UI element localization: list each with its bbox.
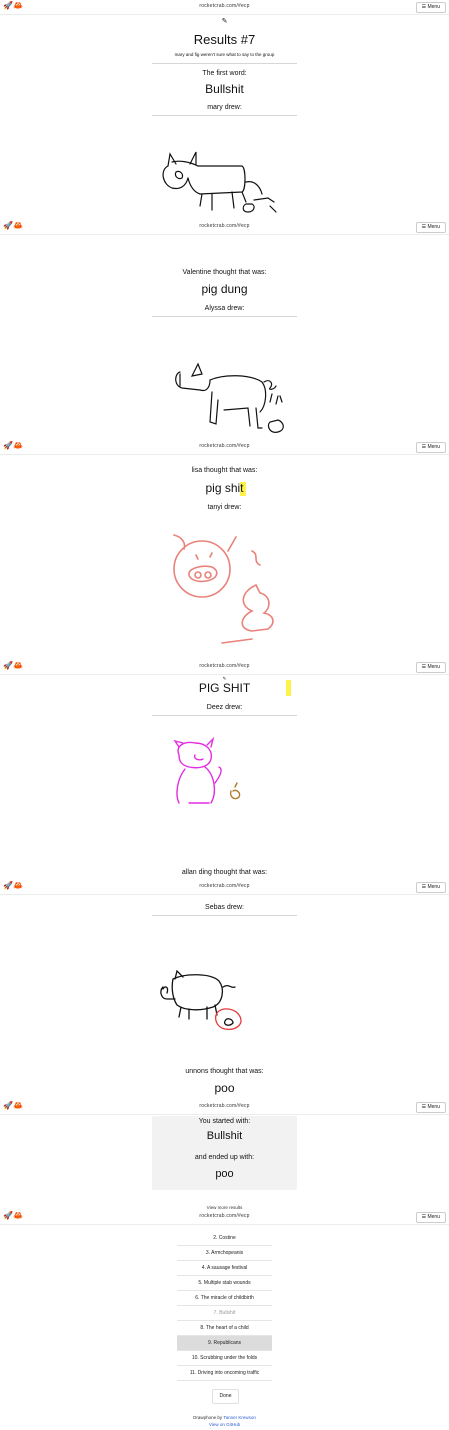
divider xyxy=(152,63,297,64)
menu-button[interactable]: ☰ Menu xyxy=(415,2,446,13)
url-text: rocketcrab.com/#ecp xyxy=(199,223,250,229)
url-text: rocketcrab.com/#ecp xyxy=(199,3,250,9)
top-bar: 🚀🦀 rocketcrab.com/#ecp ☰ Menu xyxy=(0,880,449,895)
divider xyxy=(152,316,297,317)
summary-box: You started with: Bullshit and ended up … xyxy=(152,1116,297,1190)
thought-label: allan ding thought that was: xyxy=(181,869,268,876)
author-link[interactable]: Tanner Krewson xyxy=(223,1415,256,1420)
done-button[interactable]: Done xyxy=(212,1389,239,1404)
top-bar: 🚀🦀 rocketcrab.com/#ecp ☰ Menu xyxy=(0,1100,449,1115)
url-text: rocketcrab.com/#ecp xyxy=(199,883,250,889)
top-bar: 🚀🦀 rocketcrab.com/#ecp ☰ Menu xyxy=(0,660,449,675)
results-subtitle: mary and fig weren't sure what to say to… xyxy=(174,52,275,57)
guess-text: PIG SHIT xyxy=(198,681,251,695)
top-bar: 🚀🦀 rocketcrab.com/#ecp ☰ Menu xyxy=(0,0,449,15)
drawing-deez xyxy=(173,736,241,804)
thought-label: unnons thought that was: xyxy=(185,1068,264,1075)
thought-label: Valentine thought that was: xyxy=(182,269,267,276)
menu-button[interactable]: ☰ Menu xyxy=(415,442,446,453)
result-list-item[interactable]: 5. Multiple stab wounds xyxy=(177,1276,272,1291)
drawing-sebas xyxy=(160,969,242,1030)
menu-button[interactable]: ☰ Menu xyxy=(415,882,446,893)
result-list-item[interactable]: 3. Armchopeanis xyxy=(177,1246,272,1261)
result-list-item[interactable]: 2. Costine xyxy=(177,1231,272,1246)
drew-label: mary drew: xyxy=(207,104,242,111)
highlight-mark xyxy=(286,680,291,696)
result-list-item[interactable]: 6. The miracle of childbirth xyxy=(177,1291,272,1306)
url-text: rocketcrab.com/#ecp xyxy=(199,663,250,669)
drew-label: tanyi drew: xyxy=(207,504,242,511)
url-text: rocketcrab.com/#ecp xyxy=(199,1103,250,1109)
ended-word: poo xyxy=(215,1168,234,1180)
first-word: Bullshit xyxy=(205,82,244,96)
drawing-alyssa xyxy=(175,362,284,433)
drew-label: Deez drew: xyxy=(206,704,243,711)
divider xyxy=(152,115,297,116)
divider xyxy=(152,915,297,916)
pencil-icon: ✎ xyxy=(221,18,228,25)
url-text: rocketcrab.com/#ecp xyxy=(199,443,250,449)
result-list-item[interactable]: 10. Scrubbing under the folds xyxy=(177,1351,272,1366)
url-text: rocketcrab.com/#ecp xyxy=(199,1213,250,1219)
top-bar: 🚀🦀 rocketcrab.com/#ecp ☰ Menu xyxy=(0,440,449,455)
menu-button[interactable]: ☰ Menu xyxy=(415,662,446,673)
result-list-item[interactable]: 9. Republicans xyxy=(177,1336,272,1351)
drew-label: Sebas drew: xyxy=(205,904,244,911)
result-list-item[interactable]: 7. Bullshit xyxy=(177,1306,272,1321)
top-bar: 🚀🦀 rocketcrab.com/#ecp ☰ Menu xyxy=(0,220,449,235)
menu-button[interactable]: ☰ Menu xyxy=(415,222,446,233)
thought-label: lisa thought that was: xyxy=(191,467,258,474)
guess-text: pig dung xyxy=(201,282,248,296)
guess-text: pig shit xyxy=(205,481,244,495)
top-bar: 🚀🦀 rocketcrab.com/#ecp ☰ Menu xyxy=(0,1210,449,1225)
guess-text: poo xyxy=(214,1081,235,1095)
result-list-item[interactable]: 11. Driving into oncoming traffic xyxy=(177,1366,272,1381)
ended-label: and ended up with: xyxy=(194,1154,255,1161)
started-word: Bullshit xyxy=(206,1130,243,1142)
divider xyxy=(152,715,297,716)
result-list-item[interactable]: 8. The heart of a child xyxy=(177,1321,272,1336)
menu-button[interactable]: ☰ Menu xyxy=(415,1212,446,1223)
started-label: You started with: xyxy=(198,1118,251,1125)
result-list-item[interactable]: 4. A sausage festival xyxy=(177,1261,272,1276)
drawing-mary xyxy=(162,151,277,213)
menu-button[interactable]: ☰ Menu xyxy=(415,1102,446,1113)
more-results-list: 2. Costine 3. Armchopeanis 4. A sausage fe… xyxy=(177,1231,272,1381)
github-link[interactable]: View on GitHub xyxy=(209,1422,240,1427)
drew-label: Alyssa drew: xyxy=(204,305,245,312)
footer-prefix: Drawphone by xyxy=(193,1415,223,1420)
first-word-label: The first word: xyxy=(202,70,247,77)
results-heading: Results #7 xyxy=(193,32,256,47)
drawing-tanyi xyxy=(173,534,274,644)
footer: Drawphone by Tanner Krewson View on GitH… xyxy=(0,1414,449,1428)
